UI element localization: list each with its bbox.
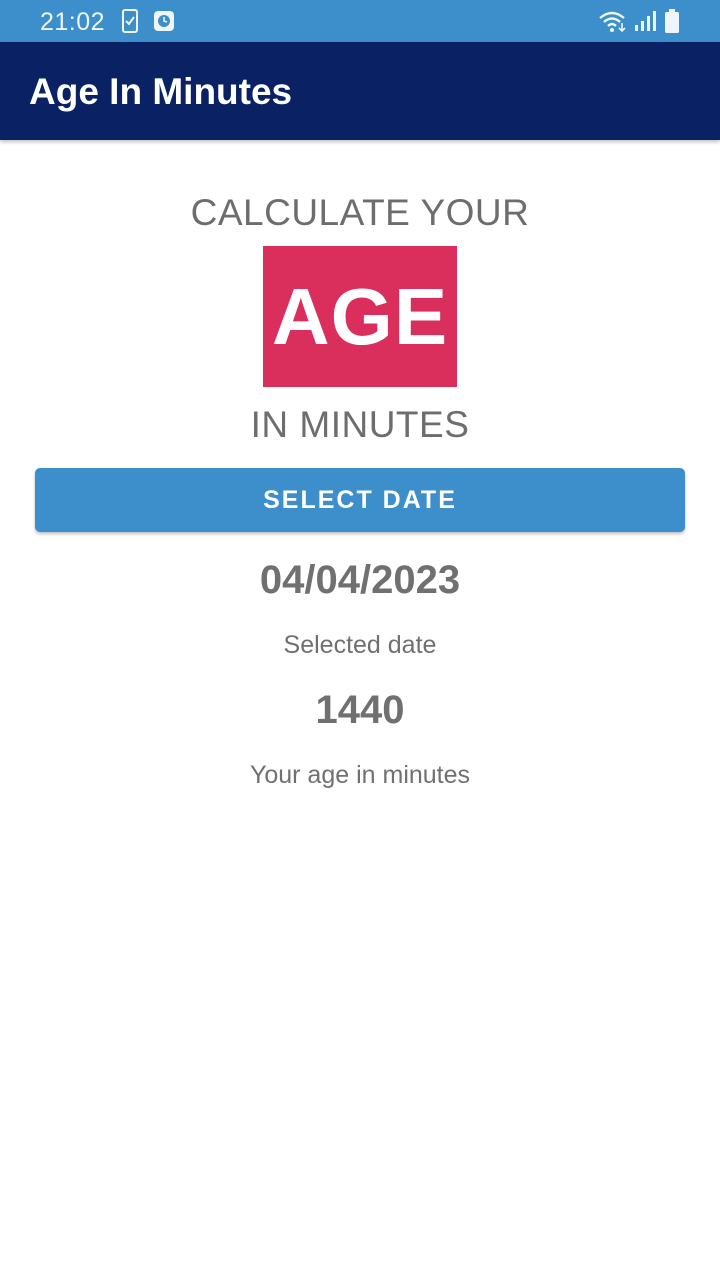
battery-icon (665, 9, 679, 38)
heading-in-minutes: IN MINUTES (250, 404, 470, 445)
status-bar: 21:02 (0, 0, 720, 42)
app-title: Age In Minutes (29, 71, 293, 112)
app-screen: 21:02 Age In Minutes CALCULATE YOUR AGE … (0, 0, 720, 1280)
phone-checklist-icon (122, 9, 138, 38)
app-bar: Age In Minutes (0, 42, 720, 140)
wifi-icon (598, 9, 628, 38)
clock-app-icon (154, 11, 174, 36)
age-in-minutes-label: Your age in minutes (249, 761, 471, 789)
cell-signal-icon (634, 10, 656, 37)
status-time: 21:02 (40, 8, 106, 36)
age-badge-text: AGE (271, 271, 449, 361)
selected-date-label: Selected date (283, 631, 437, 659)
selected-date-value: 04/04/2023 (259, 558, 461, 602)
age-in-minutes-value: 1440 (315, 688, 405, 732)
heading-calculate-your: CALCULATE YOUR (190, 192, 530, 233)
select-date-button[interactable]: SELECT DATE (35, 468, 685, 532)
age-badge: AGE (263, 246, 457, 387)
